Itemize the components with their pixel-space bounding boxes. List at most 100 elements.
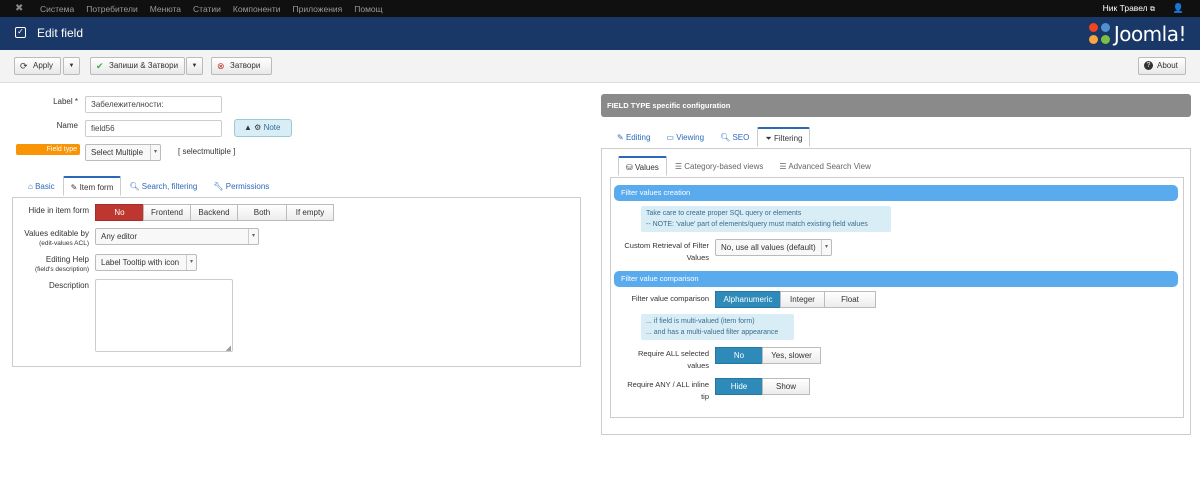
apply-button[interactable]: ⟳ Apply [14, 57, 61, 75]
tab-basic[interactable]: ⌂ Basic [20, 176, 63, 196]
menu-item-extensions[interactable]: Приложения [293, 4, 343, 14]
tab-viewing[interactable]: ▭ Viewing [658, 127, 712, 147]
tab-permissions[interactable]: 🔧︎ Permissions [205, 176, 277, 196]
gear-icon: ⚙ [254, 123, 262, 132]
chevron-down-icon: ▾ [248, 229, 258, 244]
cancel-icon: ⊗ [217, 61, 225, 71]
field-type-select[interactable]: Select Multiple ▾ [85, 144, 161, 161]
require-tip-label: Require ANY / ALL inline tip [612, 379, 709, 403]
subtab-values[interactable]: ⛁ Values [618, 156, 667, 176]
resize-handle-icon[interactable]: ◢ [226, 344, 231, 352]
require-tip-toggle: Hide Show [715, 378, 810, 395]
editing-help-value: Label Tooltip with icon [101, 258, 180, 267]
require-all-toggle: No Yes, slower [715, 347, 821, 364]
description-label: Description [48, 281, 89, 290]
hide-option-frontend[interactable]: Frontend [143, 204, 191, 221]
hide-option-backend[interactable]: Backend [190, 204, 238, 221]
menu-item-menus[interactable]: Менюта [150, 4, 181, 14]
custom-retrieval-select[interactable]: No, use all values (default) ▾ [715, 239, 832, 256]
filtering-subtabs: ⛁ Values ☰ Category-based views ☰ Advanc… [618, 156, 879, 176]
menu-item-users[interactable]: Потребители [86, 4, 137, 14]
list-icon: ☰ [674, 162, 682, 171]
values-editable-select[interactable]: Any editor ▾ [95, 228, 259, 245]
subtab-values-label: Values [634, 163, 659, 172]
require-all-label-line1: Require ALL selected [637, 349, 709, 358]
filter-icon: ⏷ [765, 134, 772, 143]
tab-viewing-label: Viewing [676, 133, 705, 142]
list-icon: ☰ [779, 162, 787, 171]
joomla-icon[interactable]: ✖ [15, 3, 26, 14]
user-name[interactable]: Ник Травел [1103, 3, 1148, 13]
require-tip-option-hide[interactable]: Hide [715, 378, 763, 395]
field-type-value: Select Multiple [91, 148, 144, 157]
menu-item-articles[interactable]: Статии [193, 4, 221, 14]
note-label: Note [263, 123, 281, 132]
comparison-option-alphanumeric[interactable]: Alphanumeric [715, 291, 781, 308]
check-icon: ✔ [96, 61, 104, 71]
editing-help-label: Editing Help [45, 255, 89, 264]
name-input[interactable]: field56 [85, 120, 222, 137]
field-type-code: [ selectmultiple ] [178, 147, 236, 156]
search-icon: 🔍︎ [129, 182, 140, 191]
field-type-label: Field type [16, 144, 80, 155]
tab-seo-label: SEO [732, 133, 750, 142]
field-type-config-header: FIELD TYPE specific configuration [601, 94, 1191, 117]
save-close-button[interactable]: ✔ Запиши & Затвори [90, 57, 185, 75]
tab-item-form[interactable]: ✎ Item form [62, 176, 122, 196]
multi-valued-note: ... if field is multi-valued (item form)… [641, 314, 794, 340]
require-tip-label-line2: tip [701, 392, 709, 401]
require-all-option-no[interactable]: No [715, 347, 763, 364]
subtab-advanced-search[interactable]: ☰ Advanced Search View [771, 156, 879, 176]
warning-icon: ▲ [244, 123, 252, 132]
right-tabs: ✎ Editing ▭ Viewing 🔍︎ SEO ⏷ Filtering [609, 127, 811, 147]
tab-seo[interactable]: 🔍︎ SEO [712, 127, 757, 147]
comparison-option-integer[interactable]: Integer [780, 291, 825, 308]
hide-in-item-form-toggle: No Frontend Backend Both If empty [95, 204, 334, 221]
description-textarea[interactable]: ◢ [95, 279, 233, 352]
subtab-category-label: Category-based views [684, 162, 764, 171]
filter-values-creation-header: Filter values creation [614, 185, 1178, 201]
apply-dropdown-button[interactable]: ▼ [63, 57, 80, 75]
menu-item-components[interactable]: Компоненти [233, 4, 281, 14]
sql-query-note: Take care to create proper SQL query or … [641, 206, 891, 232]
top-navbar: ✖ Система Потребители Менюта Статии Комп… [0, 0, 1200, 17]
joomla-logo: Joomla! [1088, 21, 1187, 47]
values-editable-sublabel: (edit-values ACL) [39, 240, 89, 247]
subtab-advanced-label: Advanced Search View [788, 162, 871, 171]
menu-item-help[interactable]: Помощ [354, 4, 382, 14]
about-button[interactable]: ? About [1138, 57, 1186, 75]
comparison-label: Filter value comparison [631, 294, 709, 303]
apply-label: Apply [33, 61, 54, 70]
close-button[interactable]: ⊗ Затвори [211, 57, 272, 75]
require-tip-label-line1: Require ANY / ALL inline [627, 380, 709, 389]
chevron-down-icon: ▾ [821, 240, 831, 255]
editing-help-select[interactable]: Label Tooltip with icon ▾ [95, 254, 197, 271]
comparison-toggle: Alphanumeric Integer Float [715, 291, 876, 308]
menu-item-system[interactable]: Система [40, 4, 74, 14]
tab-editing[interactable]: ✎ Editing [609, 127, 658, 147]
page-title: Edit field [37, 26, 84, 40]
user-link[interactable]: Ник Травел ⧉ [1103, 0, 1155, 17]
edit-icon: ✎ [70, 183, 78, 192]
require-tip-option-show[interactable]: Show [762, 378, 810, 395]
comparison-option-float[interactable]: Float [824, 291, 876, 308]
user-icon[interactable]: 👤 [1173, 3, 1184, 14]
page-header: ✓ Edit field Joomla! [0, 17, 1200, 50]
save-dropdown-button[interactable]: ▼ [186, 57, 203, 75]
database-icon: ⛁ [626, 163, 633, 172]
subtab-category-views[interactable]: ☰ Category-based views [667, 156, 772, 176]
require-all-option-yes[interactable]: Yes, slower [762, 347, 821, 364]
hide-option-no[interactable]: No [95, 204, 144, 221]
tab-basic-label: Basic [35, 182, 55, 191]
note-button[interactable]: ▲ ⚙ Note [234, 119, 292, 137]
label-input[interactable]: Забележителности: [85, 96, 222, 113]
joomla-wordmark: Joomla! [1113, 22, 1187, 46]
tab-filtering[interactable]: ⏷ Filtering [757, 127, 811, 147]
search-icon: 🔍︎ [720, 133, 731, 142]
hide-option-both[interactable]: Both [237, 204, 287, 221]
tab-search-filtering[interactable]: 🔍︎ Search, filtering [121, 176, 205, 196]
sql-note-line1: Take care to create proper SQL query or … [646, 210, 802, 217]
custom-retrieval-value: No, use all values (default) [721, 243, 816, 252]
hide-option-if-empty[interactable]: If empty [286, 204, 334, 221]
multi-note-line2: ... and has a multi-valued filter appear… [646, 329, 779, 336]
